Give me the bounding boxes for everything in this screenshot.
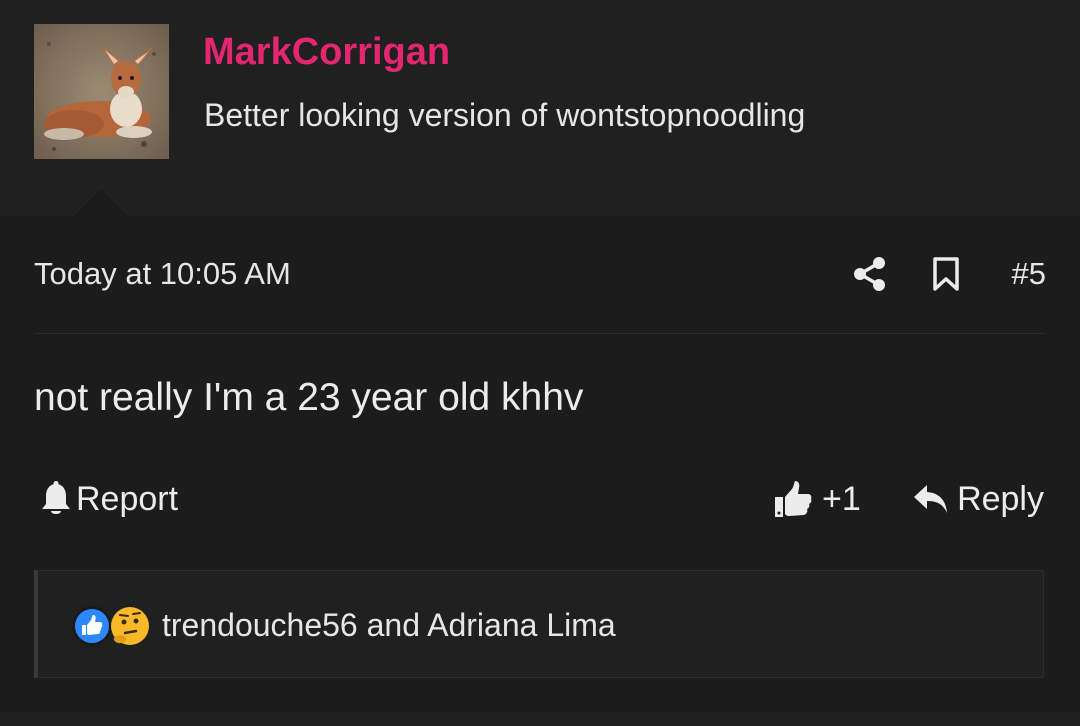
message-body: not really I'm a 23 year old khhv (34, 376, 584, 419)
reply-label: Reply (957, 480, 1044, 518)
like-label: +1 (822, 480, 861, 518)
reply-arrow-icon (914, 485, 948, 513)
kangaroo-avatar-image (34, 24, 169, 159)
report-label: Report (76, 480, 179, 518)
next-post-edge (0, 712, 1080, 726)
thinking-face-icon (111, 607, 149, 645)
reactions-list[interactable]: trendouche56 and Adriana Lima (162, 604, 616, 646)
avatar[interactable] (34, 24, 169, 159)
report-button[interactable]: Report (40, 477, 178, 521)
reply-button[interactable]: Reply (913, 477, 1044, 521)
bookmark-icon (933, 257, 959, 291)
thumbs-up-icon (775, 481, 812, 517)
bell-icon (42, 481, 70, 514)
bookmark-button[interactable] (930, 255, 962, 293)
header-pointer-arrow (71, 186, 131, 217)
user-title: Better looking version of wontstopnoodli… (204, 97, 806, 133)
message-actions: Report +1 Reply (34, 475, 1046, 525)
user-header: MarkCorrigan Better looking version of w… (0, 0, 1080, 217)
message-attribution: Today at 10:05 AM #5 (34, 253, 1046, 334)
reactions-bar: trendouche56 and Adriana Lima (34, 570, 1044, 678)
like-button[interactable]: +1 (774, 477, 861, 521)
post-timestamp[interactable]: Today at 10:05 AM (34, 255, 291, 293)
share-button[interactable] (852, 255, 888, 293)
post-number[interactable]: #5 (1012, 255, 1046, 293)
share-icon (854, 257, 885, 291)
reaction-icons (70, 604, 156, 648)
like-reaction-icon (72, 606, 112, 646)
message: Today at 10:05 AM #5 not really I'm a 23… (0, 217, 1080, 726)
username[interactable]: MarkCorrigan (203, 30, 450, 74)
